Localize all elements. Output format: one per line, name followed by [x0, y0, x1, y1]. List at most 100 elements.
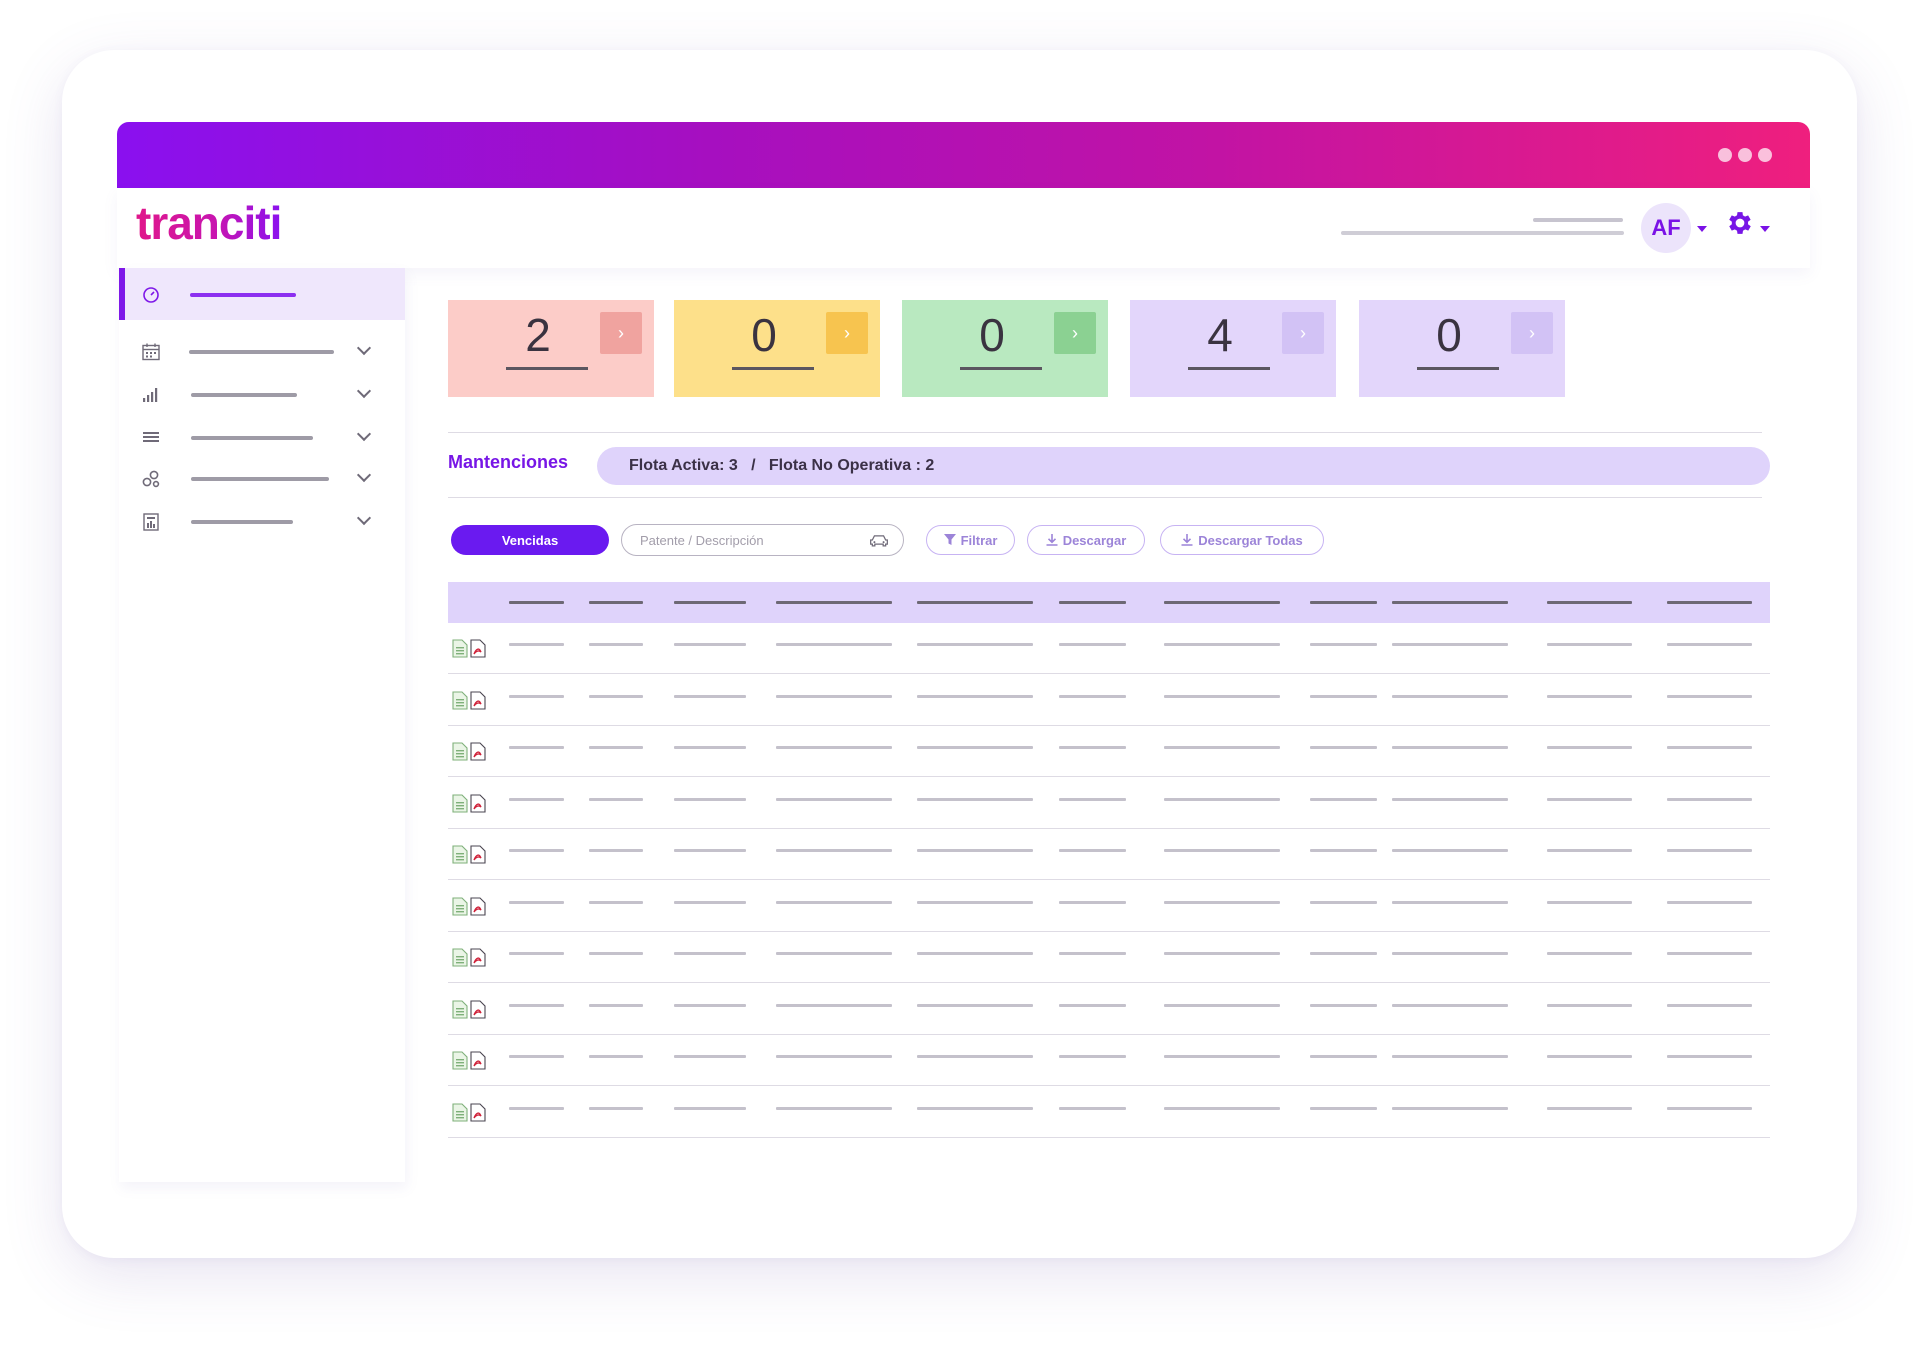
stat-card-purple[interactable]: 4 › [1130, 300, 1336, 397]
table-cell [1164, 694, 1280, 698]
table-cell [1310, 849, 1377, 852]
table-row[interactable] [448, 881, 1770, 932]
chevron-down-icon[interactable] [1697, 226, 1707, 232]
table-cell [589, 900, 643, 904]
table-row[interactable] [448, 778, 1770, 829]
sidebar-item-calendar[interactable] [119, 328, 405, 376]
download-button[interactable]: Descargar [1027, 525, 1145, 555]
chevron-right-icon[interactable]: › [1054, 312, 1096, 354]
table-row[interactable] [448, 984, 1770, 1035]
gear-icon[interactable] [1725, 208, 1755, 238]
column-header[interactable] [1667, 601, 1752, 604]
logo[interactable]: tranciti [136, 196, 282, 250]
column-header[interactable] [1392, 601, 1508, 604]
excel-file-icon[interactable] [452, 999, 468, 1019]
table-cell [589, 746, 643, 749]
app-window: tranciti AF 2 › 0 › 0 › 4 › 0 › Mantenci… [117, 122, 1810, 1182]
table-cell [776, 643, 892, 646]
filter-button[interactable]: Filtrar [926, 525, 1015, 555]
column-header[interactable] [1310, 601, 1377, 604]
table-cell [917, 900, 1033, 904]
row-actions [452, 690, 486, 710]
section-title: Mantenciones [448, 452, 569, 472]
chevron-right-icon[interactable]: › [1511, 312, 1553, 354]
table-cell [1310, 900, 1377, 904]
chevron-down-icon[interactable] [356, 340, 372, 356]
table-cell [1164, 1106, 1280, 1110]
chevron-down-icon[interactable] [356, 510, 372, 526]
excel-file-icon[interactable] [452, 1102, 468, 1122]
pdf-file-icon[interactable] [470, 742, 486, 761]
chevron-right-icon[interactable]: › [600, 312, 642, 354]
column-header[interactable] [776, 601, 892, 604]
excel-file-icon[interactable] [452, 896, 468, 916]
table-cell [1392, 849, 1508, 852]
pdf-file-icon[interactable] [470, 1102, 486, 1122]
table-cell [1310, 1055, 1377, 1058]
table-row[interactable] [448, 726, 1770, 777]
column-header[interactable] [917, 601, 1033, 604]
tab-vencidas[interactable]: Vencidas [451, 525, 609, 555]
table-row[interactable] [448, 829, 1770, 880]
avatar[interactable]: AF [1641, 203, 1691, 253]
chevron-down-icon[interactable] [356, 467, 372, 483]
sidebar-item-signal[interactable] [119, 371, 405, 419]
table-cell [1667, 1003, 1752, 1007]
table-cell [1164, 797, 1280, 801]
table-row[interactable] [448, 623, 1770, 674]
download-all-button[interactable]: Descargar Todas [1160, 525, 1324, 555]
pdf-file-icon[interactable] [470, 793, 486, 813]
pdf-file-icon[interactable] [470, 639, 486, 658]
chevron-right-icon[interactable]: › [826, 312, 868, 354]
excel-file-icon[interactable] [452, 1051, 468, 1070]
excel-file-icon[interactable] [452, 845, 468, 864]
table-cell [776, 900, 892, 904]
sidebar-item-dashboard[interactable] [119, 268, 405, 320]
column-header[interactable] [1164, 601, 1280, 604]
window-menu-dots[interactable] [1718, 148, 1772, 162]
table-row[interactable] [448, 1035, 1770, 1086]
sidebar-item-gears[interactable] [119, 455, 405, 503]
column-header[interactable] [589, 601, 643, 604]
table-cell [589, 1003, 643, 1007]
chevron-down-icon[interactable] [356, 426, 372, 442]
stat-card-yellow[interactable]: 0 › [674, 300, 880, 397]
download-icon [1046, 534, 1058, 546]
table-cell [776, 746, 892, 749]
chevron-down-icon[interactable] [1760, 226, 1770, 232]
stat-card-red[interactable]: 2 › [448, 300, 654, 397]
pdf-file-icon[interactable] [470, 999, 486, 1019]
table-header [448, 582, 1770, 623]
table-row[interactable] [448, 932, 1770, 983]
chevron-right-icon[interactable]: › [1282, 312, 1324, 354]
pdf-file-icon[interactable] [470, 845, 486, 864]
stat-card-green[interactable]: 0 › [902, 300, 1108, 397]
stat-underline [1188, 367, 1270, 370]
filter-icon [943, 534, 956, 545]
table-cell [509, 900, 564, 904]
column-header[interactable] [674, 601, 746, 604]
chevron-down-icon[interactable] [356, 383, 372, 399]
search-input[interactable] [640, 531, 850, 549]
pdf-file-icon[interactable] [470, 896, 486, 916]
pdf-file-icon[interactable] [470, 1051, 486, 1070]
table-cell [917, 849, 1033, 852]
pdf-file-icon[interactable] [470, 948, 486, 967]
table-cell [1667, 1055, 1752, 1058]
table-row[interactable] [448, 1087, 1770, 1138]
table-cell [1164, 952, 1280, 955]
column-header[interactable] [509, 601, 564, 604]
excel-file-icon[interactable] [452, 639, 468, 658]
table-cell [1667, 746, 1752, 749]
search-field[interactable] [621, 524, 904, 556]
excel-file-icon[interactable] [452, 690, 468, 710]
column-header[interactable] [1547, 601, 1632, 604]
pdf-file-icon[interactable] [470, 690, 486, 710]
table-row[interactable] [448, 675, 1770, 726]
stat-card-lavender[interactable]: 0 › [1359, 300, 1565, 397]
sidebar-item-reports[interactable] [119, 498, 405, 546]
excel-file-icon[interactable] [452, 948, 468, 967]
excel-file-icon[interactable] [452, 742, 468, 761]
excel-file-icon[interactable] [452, 793, 468, 813]
column-header[interactable] [1059, 601, 1126, 604]
